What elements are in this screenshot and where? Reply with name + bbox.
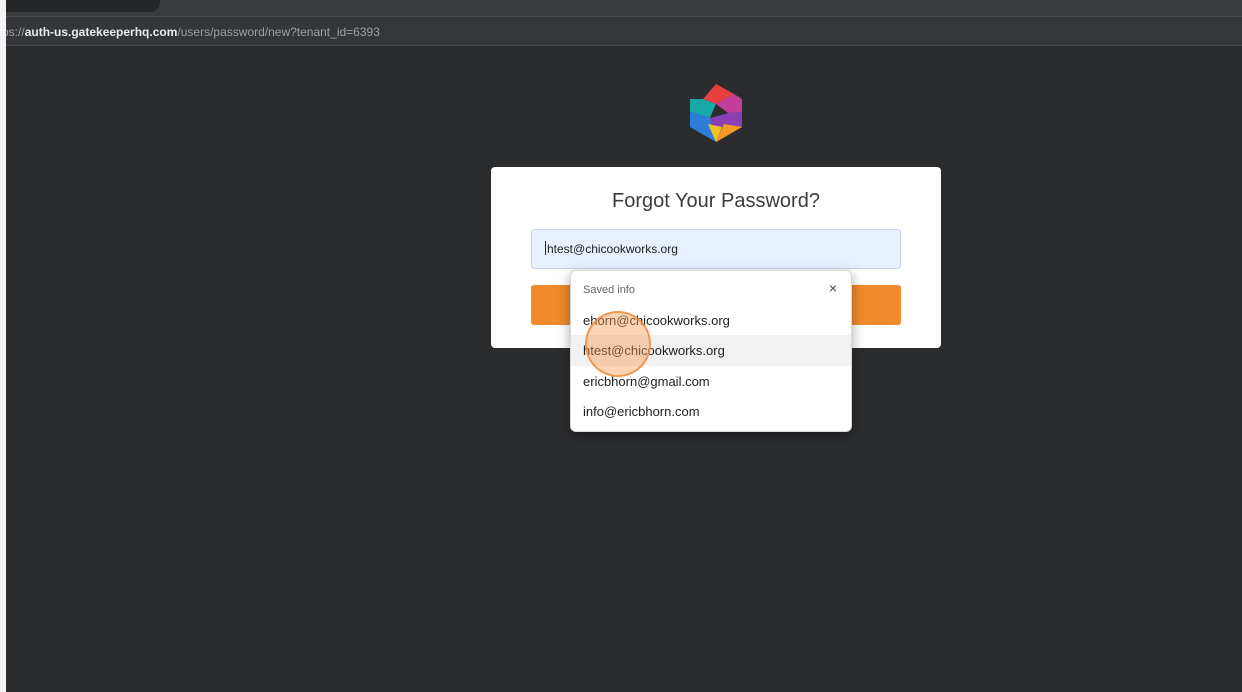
browser-tab[interactable] bbox=[0, 0, 160, 12]
address-bar[interactable]: ps://auth-us.gatekeeperhq.com/users/pass… bbox=[0, 16, 1242, 46]
email-value: htest@chicookworks.org bbox=[547, 242, 678, 256]
gatekeeper-logo-icon bbox=[686, 82, 746, 144]
autofill-item-highlighted[interactable]: htest@chicookworks.org bbox=[571, 335, 851, 366]
autofill-item[interactable]: ericbhorn@gmail.com bbox=[571, 366, 851, 397]
autofill-item[interactable]: info@ericbhorn.com bbox=[571, 396, 851, 427]
url-text[interactable]: ps://auth-us.gatekeeperhq.com/users/pass… bbox=[2, 25, 380, 39]
close-icon[interactable]: × bbox=[825, 280, 841, 296]
autofill-header: Saved info bbox=[583, 284, 635, 296]
browser-window: ps://auth-us.gatekeeperhq.com/users/pass… bbox=[0, 0, 1242, 692]
page-title: Forgot Your Password? bbox=[612, 190, 820, 212]
url-path: /users/password/new?tenant_id=6393 bbox=[177, 25, 380, 39]
email-field[interactable]: htest@chicookworks.org bbox=[531, 229, 901, 269]
text-cursor bbox=[545, 241, 546, 255]
tab-strip bbox=[0, 0, 1242, 16]
url-host: auth-us.gatekeeperhq.com bbox=[24, 25, 178, 39]
autofill-dropdown: Saved info × ehorn@chicookworks.org htes… bbox=[570, 270, 852, 432]
window-edge bbox=[0, 0, 6, 692]
autofill-item[interactable]: ehorn@chicookworks.org bbox=[571, 305, 851, 336]
